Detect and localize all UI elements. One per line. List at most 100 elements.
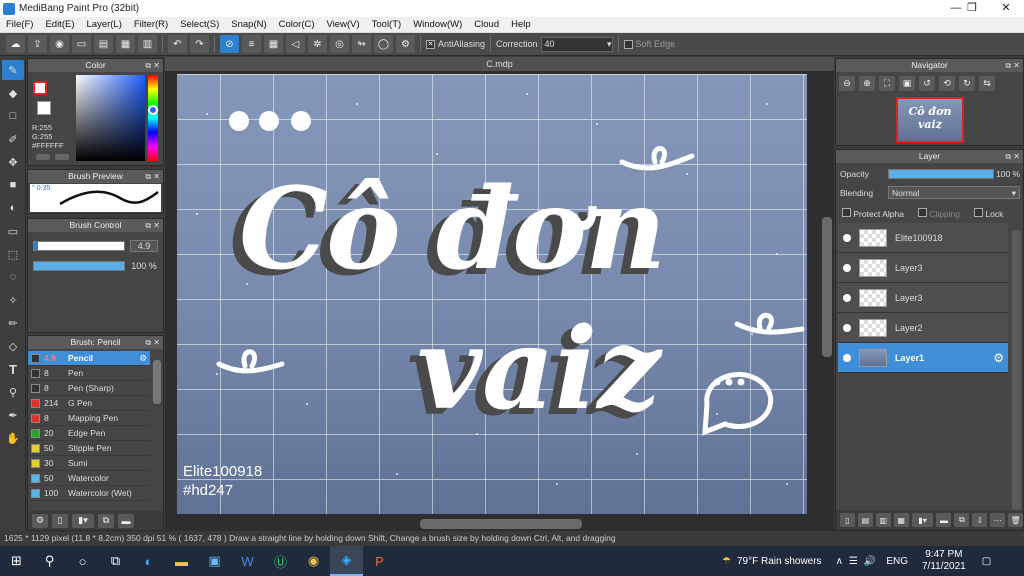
- weather-text[interactable]: 79°F Rain showers: [737, 556, 822, 567]
- layer-row[interactable]: Layer3: [838, 283, 1008, 313]
- secondary-color-swatch[interactable]: [37, 101, 51, 115]
- menu-select[interactable]: Select(S): [174, 17, 225, 33]
- actual-size-icon[interactable]: ▣: [899, 76, 915, 91]
- cloud-icon[interactable]: ☁: [6, 35, 25, 53]
- layer-visibility-icon[interactable]: [843, 263, 851, 272]
- brush-list-scrollbar[interactable]: [153, 360, 161, 404]
- reset-view-icon[interactable]: ⟲: [939, 76, 955, 91]
- brush-list-item[interactable]: 214 G Pen: [28, 396, 150, 411]
- brush-list-item[interactable]: 20 Edge Pen: [28, 426, 150, 441]
- word-icon[interactable]: W: [231, 546, 264, 576]
- protect-alpha-option[interactable]: Protect Alpha: [842, 208, 904, 219]
- layer-add-dropdown[interactable]: ▮▾: [911, 513, 934, 527]
- cortana-icon[interactable]: ○: [66, 546, 99, 576]
- layer-row[interactable]: Elite100918: [838, 223, 1008, 253]
- brush-list-item[interactable]: 4.9 Pencil ⚙: [28, 351, 150, 366]
- magic-wand-icon[interactable]: ✧: [2, 290, 24, 310]
- document-tab[interactable]: C.mdp: [165, 57, 834, 71]
- canvas-vertical-scrollbar[interactable]: [822, 217, 832, 357]
- clipping-option[interactable]: Clipping: [917, 208, 960, 219]
- gear-icon[interactable]: ⚙: [396, 35, 415, 53]
- menu-filter[interactable]: Filter(R): [128, 17, 174, 33]
- saturation-value-picker[interactable]: [76, 75, 145, 161]
- color-add-button[interactable]: [36, 154, 50, 160]
- hand-tool-icon[interactable]: ✋: [2, 428, 24, 448]
- select-eraser-icon[interactable]: ◇: [2, 336, 24, 356]
- grid-icon[interactable]: ▦: [116, 35, 135, 53]
- clock[interactable]: 9:47 PM 7/11/2021: [922, 549, 966, 573]
- brush-list-item[interactable]: 8 Mapping Pen: [28, 411, 150, 426]
- menu-help[interactable]: Help: [505, 17, 537, 33]
- page-icon[interactable]: ▤: [94, 35, 113, 53]
- layer-opacity-slider[interactable]: [888, 169, 994, 179]
- volume-icon[interactable]: 🔊: [864, 556, 876, 567]
- crisscross-snap-icon[interactable]: ▦: [264, 35, 283, 53]
- merge-layer-icon[interactable]: ⇩: [972, 513, 988, 527]
- layer-row[interactable]: Layer2: [838, 313, 1008, 343]
- brush-new-icon[interactable]: ▯: [52, 513, 68, 528]
- layer-visibility-icon[interactable]: [843, 323, 851, 332]
- layer-visibility-icon[interactable]: [843, 293, 851, 302]
- brush-tool-icon[interactable]: ✎: [2, 60, 24, 80]
- brush-folder-icon[interactable]: ▬: [118, 513, 134, 528]
- panel-icon[interactable]: ▥: [138, 35, 157, 53]
- edge-browser-icon[interactable]: ◐: [132, 546, 165, 576]
- notification-icon[interactable]: ▢: [982, 556, 991, 567]
- hue-slider[interactable]: [148, 75, 158, 161]
- dropper-tool-icon[interactable]: ⚲: [2, 382, 24, 402]
- task-view-icon[interactable]: ⧉: [99, 546, 132, 576]
- lock-option[interactable]: Lock: [974, 208, 1003, 219]
- dot-tool-icon[interactable]: □: [2, 106, 24, 126]
- search-icon[interactable]: ⚲: [33, 546, 66, 576]
- menu-tool[interactable]: Tool(T): [366, 17, 408, 33]
- brush-copy-icon[interactable]: ⧉: [98, 513, 114, 528]
- gear-icon[interactable]: ⚙: [993, 351, 1004, 365]
- artwork-canvas[interactable]: Cô đơn vaiz Elite100918 #hd247: [177, 74, 807, 514]
- brush-settings-icon[interactable]: ⚙: [32, 513, 48, 528]
- brush-list-item[interactable]: 100 Watercolor (Wet): [28, 486, 150, 501]
- zoom-out-icon[interactable]: ⊖: [839, 76, 855, 91]
- soft-edge-checkbox[interactable]: [623, 39, 633, 49]
- curve-snap-icon[interactable]: ↬: [352, 35, 371, 53]
- duplicate-layer-icon[interactable]: ⧉: [954, 513, 970, 527]
- navigator-thumbnail[interactable]: Cô đơn vaiz: [896, 97, 964, 143]
- menu-snap[interactable]: Snap(N): [225, 17, 272, 33]
- canvas-horizontal-scrollbar[interactable]: [420, 519, 582, 529]
- layer-more-icon[interactable]: ⋯: [990, 513, 1006, 527]
- new-layer-icon[interactable]: ▯: [840, 513, 855, 527]
- menu-color[interactable]: Color(C): [273, 17, 321, 33]
- fit-window-icon[interactable]: ⛶: [879, 76, 895, 91]
- layer-visibility-icon[interactable]: [843, 233, 851, 242]
- app-u-icon[interactable]: Ⓤ: [264, 546, 297, 576]
- primary-color-swatch[interactable]: [33, 81, 47, 95]
- layer-row[interactable]: Layer3: [838, 253, 1008, 283]
- new-halftone-layer-icon[interactable]: ▤: [857, 513, 873, 527]
- menu-window[interactable]: Window(W): [407, 17, 468, 33]
- redo-icon[interactable]: ↷: [190, 35, 209, 53]
- layer-row[interactable]: Layer1 ⚙: [838, 343, 1008, 373]
- eraser-tool-icon[interactable]: ◆: [2, 83, 24, 103]
- gradient-tool-icon[interactable]: ▭: [2, 221, 24, 241]
- network-icon[interactable]: ☰: [849, 556, 858, 567]
- brush-list-item[interactable]: 30 Sumi: [28, 456, 150, 471]
- menu-edit[interactable]: Edit(E): [39, 17, 80, 33]
- zoom-in-icon[interactable]: ⊕: [859, 76, 875, 91]
- brush-list-item[interactable]: 50 Watercolor: [28, 471, 150, 486]
- brush-size-slider[interactable]: [33, 241, 125, 251]
- store-icon[interactable]: ▣: [198, 546, 231, 576]
- menu-cloud[interactable]: Cloud: [468, 17, 505, 33]
- shape-tool-icon[interactable]: ■: [2, 175, 24, 195]
- gear-icon[interactable]: ⚙: [139, 353, 147, 364]
- delete-layer-icon[interactable]: 🗑: [1008, 513, 1024, 527]
- rotate-left-icon[interactable]: ↺: [919, 76, 935, 91]
- circle-snap-icon[interactable]: ◎: [330, 35, 349, 53]
- powerpoint-icon[interactable]: P: [363, 546, 396, 576]
- share-icon[interactable]: ⇪: [28, 35, 47, 53]
- new-8bit-layer-icon[interactable]: ▥: [875, 513, 891, 527]
- windows-start-icon[interactable]: ⊞: [0, 546, 33, 576]
- chat-icon[interactable]: ▭: [72, 35, 91, 53]
- brush-list-item[interactable]: 50 Stipple Pen: [28, 441, 150, 456]
- brush-add-dropdown[interactable]: ▮▾: [72, 513, 94, 528]
- parallel-snap-icon[interactable]: ≡: [242, 35, 261, 53]
- language-indicator[interactable]: ENG: [886, 556, 908, 567]
